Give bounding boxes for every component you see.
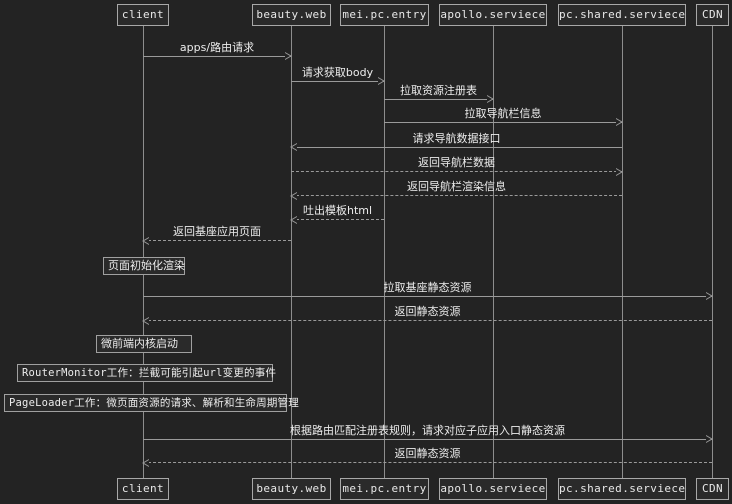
- message-line-4: [384, 118, 623, 126]
- arrow-head-left-icon: [142, 237, 149, 245]
- note-box-4[interactable]: PageLoader工作：微页面资源的请求、解析和生命周期管理: [4, 394, 299, 412]
- message-label-1: apps/路由请求: [179, 41, 255, 54]
- arrow-head-left-icon: [290, 216, 297, 224]
- note-box-1[interactable]: 页面初始化渲染: [103, 257, 185, 275]
- message-label-6: 返回导航栏数据: [418, 156, 495, 169]
- arrow-head-right-icon: [616, 168, 623, 176]
- arrow-head-left-icon: [290, 143, 297, 151]
- participant-header-client[interactable]: client: [117, 4, 169, 26]
- message-label-10: 拉取基座静态资源: [383, 281, 472, 294]
- participant-footer-apollo[interactable]: apollo.serviece: [439, 478, 547, 500]
- arrow-head-right-icon: [378, 77, 385, 85]
- arrow-head-left-icon: [142, 459, 149, 467]
- message-line-5: [290, 143, 622, 151]
- message-line-10: [143, 292, 713, 300]
- lifeline-shared: [622, 26, 623, 478]
- participant-footer-beauty[interactable]: beauty.web: [252, 478, 331, 500]
- sequence-diagram: client beauty.web mei.pc.entry apollo.servi…: [0, 0, 732, 504]
- message-label-5: 请求导航数据接口: [412, 132, 501, 145]
- message-line-6: [291, 168, 623, 176]
- participant-footer-shared[interactable]: pc.shared.serviece: [558, 478, 686, 500]
- participant-footer-client[interactable]: client: [117, 478, 169, 500]
- note-box-2[interactable]: 微前端内核启动: [96, 335, 192, 353]
- message-label-7: 返回导航栏渲染信息: [407, 180, 506, 193]
- participant-header-beauty[interactable]: beauty.web: [252, 4, 331, 26]
- message-line-12: [143, 435, 713, 443]
- message-label-9: 返回基座应用页面: [173, 225, 261, 238]
- message-line-1: [143, 52, 292, 60]
- message-line-3: [384, 95, 494, 103]
- message-label-13: 返回静态资源: [394, 447, 461, 460]
- message-label-12: 根据路由匹配注册表规则，请求对应子应用入口静态资源: [290, 424, 565, 437]
- message-line-13: [142, 459, 712, 467]
- message-label-11: 返回静态资源: [394, 305, 461, 318]
- note-box-3[interactable]: RouterMonitor工作：拦截可能引起url变更的事件: [17, 364, 276, 382]
- message-line-2: [291, 77, 385, 85]
- lifeline-entry: [384, 26, 385, 478]
- message-line-9: [142, 237, 291, 245]
- message-label-8: 吐出模板html: [302, 204, 373, 217]
- arrow-head-right-icon: [616, 118, 623, 126]
- arrow-head-right-icon: [706, 292, 713, 300]
- lifeline-apollo: [493, 26, 494, 478]
- arrow-head-right-icon: [285, 52, 292, 60]
- message-line-8: [290, 216, 384, 224]
- arrow-head-left-icon: [290, 192, 297, 200]
- message-line-7: [290, 192, 622, 200]
- lifeline-cdn: [712, 26, 713, 478]
- participant-header-entry[interactable]: mei.pc.entry: [340, 4, 429, 26]
- participant-header-apollo[interactable]: apollo.serviece: [439, 4, 547, 26]
- participant-footer-entry[interactable]: mei.pc.entry: [340, 478, 429, 500]
- arrow-head-left-icon: [142, 317, 149, 325]
- message-line-11: [142, 317, 712, 325]
- message-label-2: 请求获取body: [301, 66, 374, 79]
- participant-header-cdn[interactable]: CDN: [696, 4, 729, 26]
- message-label-3: 拉取资源注册表: [400, 84, 477, 97]
- participant-header-shared[interactable]: pc.shared.serviece: [558, 4, 686, 26]
- participant-footer-cdn[interactable]: CDN: [696, 478, 729, 500]
- message-label-4: 拉取导航栏信息: [464, 107, 542, 120]
- arrow-head-right-icon: [706, 435, 713, 443]
- arrow-head-right-icon: [487, 95, 494, 103]
